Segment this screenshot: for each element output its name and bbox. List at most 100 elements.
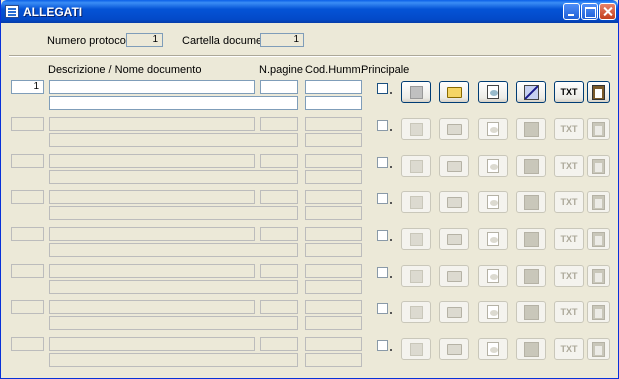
code-field[interactable] <box>305 117 362 131</box>
pages-field[interactable] <box>260 117 298 131</box>
code-field[interactable] <box>305 337 362 351</box>
code-secondary-field[interactable] <box>305 96 362 110</box>
note-field[interactable] <box>49 353 298 367</box>
text-button[interactable]: TXT <box>554 228 584 250</box>
description-field[interactable] <box>49 80 255 94</box>
text-button[interactable]: TXT <box>554 81 584 103</box>
code-field[interactable] <box>305 300 362 314</box>
code-field[interactable] <box>305 190 362 204</box>
note-field[interactable] <box>49 96 298 110</box>
view-document-button[interactable] <box>478 338 508 360</box>
title-bar[interactable]: ALLEGATI <box>1 0 618 23</box>
paste-button[interactable] <box>587 228 610 250</box>
edit-button[interactable] <box>516 228 546 250</box>
text-button[interactable]: TXT <box>554 301 584 323</box>
row-index-field[interactable] <box>11 117 44 131</box>
code-field[interactable] <box>305 154 362 168</box>
edit-button[interactable] <box>516 338 546 360</box>
maximize-button[interactable] <box>581 3 598 20</box>
code-secondary-field[interactable] <box>305 243 362 257</box>
open-folder-button[interactable] <box>439 118 469 140</box>
note-field[interactable] <box>49 316 298 330</box>
code-secondary-field[interactable] <box>305 280 362 294</box>
view-document-button[interactable] <box>478 155 508 177</box>
close-button[interactable] <box>599 3 616 20</box>
view-document-button[interactable] <box>478 265 508 287</box>
open-folder-button[interactable] <box>439 191 469 213</box>
text-button[interactable]: TXT <box>554 338 584 360</box>
paste-button[interactable] <box>587 301 610 323</box>
code-secondary-field[interactable] <box>305 316 362 330</box>
description-field[interactable] <box>49 264 255 278</box>
select-button[interactable] <box>401 338 431 360</box>
description-field[interactable] <box>49 300 255 314</box>
edit-button[interactable] <box>516 81 546 103</box>
text-button[interactable]: TXT <box>554 265 584 287</box>
row-index-field[interactable] <box>11 190 44 204</box>
paste-button[interactable] <box>587 118 610 140</box>
minimize-button[interactable] <box>563 3 580 20</box>
principal-checkbox[interactable] <box>377 157 388 168</box>
code-field[interactable] <box>305 80 362 94</box>
note-field[interactable] <box>49 170 298 184</box>
description-field[interactable] <box>49 227 255 241</box>
text-button[interactable]: TXT <box>554 118 584 140</box>
pages-field[interactable] <box>260 80 298 94</box>
paste-button[interactable] <box>587 191 610 213</box>
pages-field[interactable] <box>260 300 298 314</box>
code-secondary-field[interactable] <box>305 133 362 147</box>
row-index-field[interactable] <box>11 337 44 351</box>
open-folder-button[interactable] <box>439 228 469 250</box>
select-button[interactable] <box>401 301 431 323</box>
edit-button[interactable] <box>516 265 546 287</box>
code-secondary-field[interactable] <box>305 353 362 367</box>
code-field[interactable] <box>305 264 362 278</box>
pages-field[interactable] <box>260 227 298 241</box>
paste-button[interactable] <box>587 155 610 177</box>
description-field[interactable] <box>49 190 255 204</box>
select-button[interactable] <box>401 118 431 140</box>
code-secondary-field[interactable] <box>305 170 362 184</box>
select-button[interactable] <box>401 265 431 287</box>
note-field[interactable] <box>49 243 298 257</box>
pages-field[interactable] <box>260 154 298 168</box>
open-folder-button[interactable] <box>439 338 469 360</box>
note-field[interactable] <box>49 280 298 294</box>
principal-checkbox[interactable] <box>377 303 388 314</box>
paste-button[interactable] <box>587 81 610 103</box>
principal-checkbox[interactable] <box>377 340 388 351</box>
text-button[interactable]: TXT <box>554 155 584 177</box>
principal-checkbox[interactable] <box>377 267 388 278</box>
view-document-button[interactable] <box>478 191 508 213</box>
edit-button[interactable] <box>516 191 546 213</box>
view-document-button[interactable] <box>478 228 508 250</box>
pages-field[interactable] <box>260 264 298 278</box>
row-index-field[interactable]: 1 <box>11 80 44 94</box>
note-field[interactable] <box>49 133 298 147</box>
select-button[interactable] <box>401 191 431 213</box>
view-document-button[interactable] <box>478 301 508 323</box>
pages-field[interactable] <box>260 337 298 351</box>
view-document-button[interactable] <box>478 81 508 103</box>
open-folder-button[interactable] <box>439 81 469 103</box>
code-field[interactable] <box>305 227 362 241</box>
principal-checkbox[interactable] <box>377 193 388 204</box>
description-field[interactable] <box>49 337 255 351</box>
text-button[interactable]: TXT <box>554 191 584 213</box>
principal-checkbox[interactable] <box>377 83 388 94</box>
select-button[interactable] <box>401 155 431 177</box>
description-field[interactable] <box>49 154 255 168</box>
edit-button[interactable] <box>516 155 546 177</box>
row-index-field[interactable] <box>11 227 44 241</box>
select-button[interactable] <box>401 81 431 103</box>
principal-checkbox[interactable] <box>377 120 388 131</box>
note-field[interactable] <box>49 206 298 220</box>
pages-field[interactable] <box>260 190 298 204</box>
open-folder-button[interactable] <box>439 155 469 177</box>
paste-button[interactable] <box>587 338 610 360</box>
paste-button[interactable] <box>587 265 610 287</box>
principal-checkbox[interactable] <box>377 230 388 241</box>
open-folder-button[interactable] <box>439 265 469 287</box>
code-secondary-field[interactable] <box>305 206 362 220</box>
open-folder-button[interactable] <box>439 301 469 323</box>
